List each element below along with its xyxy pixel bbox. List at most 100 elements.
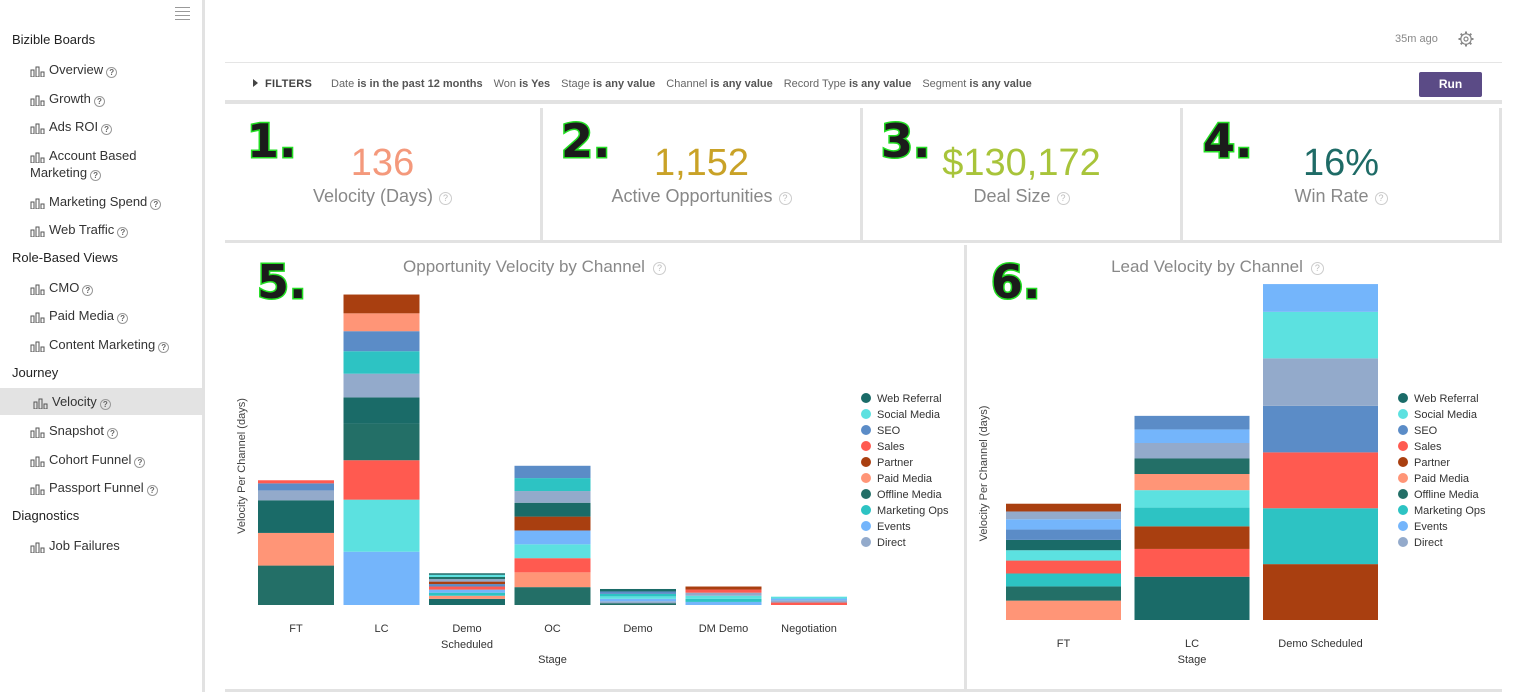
legend-item-offline-media[interactable]: Offline Media <box>1398 489 1479 501</box>
bar-segment-events[interactable] <box>1006 519 1121 530</box>
bar-segment-direct[interactable] <box>685 592 762 596</box>
bar-segment-seo[interactable] <box>1006 529 1121 540</box>
bar-segment-direct[interactable] <box>600 601 676 604</box>
bar-segment-social-media[interactable] <box>1263 311 1378 359</box>
bar-segment-paid-media[interactable] <box>343 313 420 332</box>
bar-segment-offline-media[interactable] <box>343 423 420 461</box>
help-icon[interactable]: ? <box>82 285 94 296</box>
bar-segment-web-referral[interactable] <box>429 598 505 605</box>
help-icon[interactable]: ? <box>146 485 158 496</box>
help-icon[interactable]: ? <box>439 192 453 205</box>
bar-segment-web-referral[interactable] <box>1134 576 1250 620</box>
legend-item-offline-media[interactable]: Offline Media <box>861 489 942 501</box>
help-icon[interactable]: ? <box>99 399 111 410</box>
legend-item-social-media[interactable]: Social Media <box>1398 409 1478 421</box>
bar-segment-marketing-ops[interactable] <box>514 478 591 492</box>
bar-segment-offline-media[interactable] <box>1006 586 1121 601</box>
legend-item-web-referral[interactable]: Web Referral <box>861 393 942 405</box>
legend-item-events[interactable]: Events <box>861 521 911 533</box>
sidebar-item-velocity[interactable]: Velocity? <box>0 388 202 415</box>
bar-segment-offline-media[interactable] <box>600 603 676 605</box>
bar-segment-paid-media[interactable] <box>429 595 505 599</box>
bar-segment-events[interactable] <box>771 598 847 601</box>
filter-date[interactable]: Date is in the past 12 months <box>331 78 483 90</box>
bar-segment-partner[interactable] <box>429 581 505 585</box>
help-icon[interactable]: ? <box>158 342 170 353</box>
bar-segment-sales[interactable] <box>771 602 847 605</box>
bar-segment-marketing-ops[interactable] <box>343 351 420 374</box>
help-icon[interactable]: ? <box>117 313 129 324</box>
bar-segment-sales[interactable] <box>685 589 762 593</box>
sidebar-item-snapshot[interactable]: Snapshot? <box>0 422 202 439</box>
legend-item-events[interactable]: Events <box>1398 521 1448 533</box>
help-icon[interactable]: ? <box>90 170 102 181</box>
bar-segment-offline-media[interactable] <box>514 587 591 605</box>
help-icon[interactable]: ? <box>93 96 105 107</box>
bar-segment-offline-media[interactable] <box>258 565 334 605</box>
bar-segment-social-media[interactable] <box>514 544 591 559</box>
bar-segment-seo[interactable] <box>1263 405 1378 453</box>
bar-segment-paid-media[interactable] <box>1134 474 1250 491</box>
bar-demo[interactable] <box>600 588 676 605</box>
bar-oc[interactable] <box>514 465 591 605</box>
bar-segment-direct[interactable] <box>1263 358 1378 406</box>
menu-icon[interactable] <box>175 7 190 20</box>
bar-segment-offline-media[interactable] <box>429 576 505 580</box>
bar-segment-direct[interactable] <box>258 490 334 501</box>
bar-segment-web-referral[interactable] <box>429 573 505 575</box>
bar-segment-seo[interactable] <box>258 483 334 491</box>
legend-item-direct[interactable]: Direct <box>861 537 906 549</box>
help-icon[interactable]: ? <box>134 457 146 468</box>
help-icon[interactable]: ? <box>1374 192 1388 205</box>
sidebar-item-cmo[interactable]: CMO? <box>0 279 202 296</box>
bar-segment-social-media[interactable] <box>1006 550 1121 561</box>
bar-segment-direct[interactable] <box>1134 442 1250 459</box>
bar-dm-demo[interactable] <box>685 586 762 605</box>
bar-segment-social-media[interactable] <box>429 574 505 577</box>
bar-segment-sales[interactable] <box>343 460 420 500</box>
bar-segment-events[interactable] <box>600 598 676 602</box>
bar-segment-sales[interactable] <box>1006 560 1121 574</box>
bar-segment-social-media[interactable] <box>343 499 420 552</box>
help-icon[interactable]: ? <box>106 67 118 78</box>
help-icon[interactable]: ? <box>1056 192 1070 205</box>
run-button[interactable]: Run <box>1419 72 1482 97</box>
legend-item-seo[interactable]: SEO <box>861 425 901 437</box>
bar-segment-seo[interactable] <box>514 465 591 479</box>
bar-ft[interactable] <box>1006 503 1121 620</box>
sidebar-item-passport-funnel[interactable]: Passport Funnel? <box>0 479 202 496</box>
legend-item-paid-media[interactable]: Paid Media <box>1398 473 1470 485</box>
bar-segment-partner[interactable] <box>1134 526 1250 549</box>
bar-segment-direct[interactable] <box>1006 511 1121 520</box>
help-icon[interactable]: ? <box>117 227 129 238</box>
help-icon[interactable]: ? <box>101 124 113 135</box>
bar-segment-direct[interactable] <box>514 491 591 503</box>
sidebar-item-content-marketing[interactable]: Content Marketing? <box>0 336 202 353</box>
bar-segment-marketing-ops[interactable] <box>1006 573 1121 587</box>
bar-segment-events[interactable] <box>343 551 420 605</box>
sidebar-item-growth[interactable]: Growth? <box>0 90 202 107</box>
filter-segment[interactable]: Segment is any value <box>922 78 1031 90</box>
bar-segment-partner[interactable] <box>1006 503 1121 512</box>
bar-ft[interactable] <box>258 480 334 605</box>
bar-segment-direct[interactable] <box>343 373 420 398</box>
bar-segment-events[interactable] <box>685 601 762 605</box>
help-icon[interactable]: ? <box>778 192 792 205</box>
legend-item-sales[interactable]: Sales <box>1398 441 1442 453</box>
legend-item-web-referral[interactable]: Web Referral <box>1398 393 1479 405</box>
bar-segment-paid-media[interactable] <box>514 572 591 588</box>
bar-segment-web-referral[interactable] <box>600 588 676 592</box>
bar-segment-events[interactable] <box>429 589 505 593</box>
bar-segment-social-media[interactable] <box>771 596 847 599</box>
bar-segment-seo[interactable] <box>1134 415 1250 430</box>
bar-segment-sales[interactable] <box>514 558 591 573</box>
filter-won[interactable]: Won is Yes <box>494 78 550 90</box>
bar-segment-web-referral[interactable] <box>343 397 420 424</box>
gear-icon[interactable] <box>1458 31 1474 47</box>
bar-segment-sales[interactable] <box>258 480 334 484</box>
bar-segment-seo[interactable] <box>429 584 505 587</box>
bar-segment-social-media[interactable] <box>685 595 762 599</box>
bar-segment-paid-media[interactable] <box>1006 600 1121 620</box>
bar-demo-scheduled[interactable] <box>1263 284 1378 620</box>
bar-segment-seo[interactable] <box>600 591 676 594</box>
